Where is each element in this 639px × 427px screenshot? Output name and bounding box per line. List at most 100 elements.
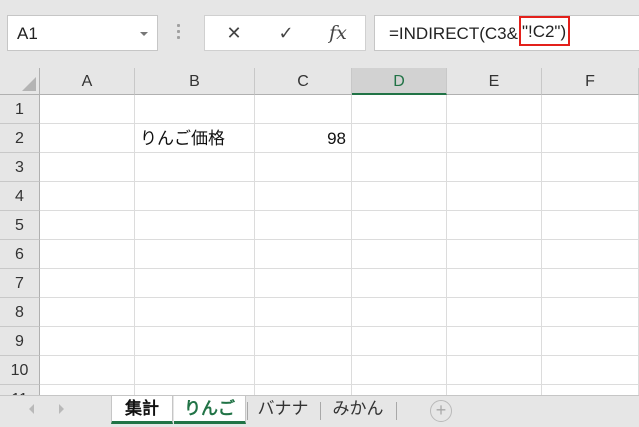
grid-cell[interactable] [542,298,639,327]
name-box[interactable]: A1 [7,15,158,51]
grid-cell[interactable] [447,124,542,153]
column-header-b[interactable]: B [135,68,255,95]
column-header-d[interactable]: D [352,68,447,95]
grid-cell[interactable] [255,240,352,269]
grid-cell[interactable] [255,327,352,356]
grid-cell[interactable] [542,385,639,395]
grid-cell[interactable] [40,211,135,240]
cell-b2[interactable]: りんご価格 [135,124,255,153]
row-header[interactable]: 4 [0,182,40,211]
grid-cell[interactable] [40,385,135,395]
grid-cell[interactable] [40,356,135,385]
row-header[interactable]: 5 [0,211,40,240]
grid-cell[interactable] [542,153,639,182]
scroll-right-icon[interactable] [59,404,64,414]
check-icon[interactable]: ✓ [261,16,311,50]
grid-cell[interactable] [352,298,447,327]
grid-cell[interactable] [542,240,639,269]
grid-cell[interactable] [352,182,447,211]
column-header-c[interactable]: C [255,68,352,95]
grid-cell[interactable] [40,240,135,269]
row-header[interactable]: 10 [0,356,40,385]
row-header[interactable]: 8 [0,298,40,327]
grid-cell[interactable] [542,95,639,124]
grid-cell[interactable] [40,153,135,182]
column-header-a[interactable]: A [40,68,135,95]
add-sheet-icon[interactable]: + [430,400,452,422]
grid-cell[interactable] [135,211,255,240]
grid-cell[interactable] [447,327,542,356]
sheet-tab-banana[interactable]: バナナ [248,396,318,424]
row-header[interactable]: 3 [0,153,40,182]
grid-cell[interactable] [352,240,447,269]
grid-cell[interactable] [352,211,447,240]
grid-cell[interactable] [542,124,639,153]
grid-cell[interactable] [352,269,447,298]
drag-handle-icon[interactable] [177,24,181,44]
grid-cell[interactable] [40,327,135,356]
grid-cell[interactable] [135,327,255,356]
grid-cell[interactable] [135,182,255,211]
insert-function-icon[interactable]: fx [313,16,363,50]
grid-cell[interactable] [447,182,542,211]
grid-cell[interactable] [255,269,352,298]
scroll-left-icon[interactable] [29,404,34,414]
sheet-tab-ringo[interactable]: りんご [174,396,246,424]
grid-cell[interactable] [255,356,352,385]
grid-cell[interactable] [542,211,639,240]
row-header[interactable]: 11 [0,385,40,395]
grid-cell[interactable] [447,269,542,298]
grid-cell[interactable] [352,124,447,153]
grid-cell[interactable] [447,153,542,182]
grid-cell[interactable] [542,269,639,298]
tab-divider [396,402,397,420]
grid-cell[interactable] [135,269,255,298]
grid-cell[interactable] [255,153,352,182]
grid-cell[interactable] [135,385,255,395]
close-icon[interactable]: ✕ [209,16,259,50]
sheet-tab-mikan[interactable]: みかん [322,396,394,424]
grid-cell[interactable] [135,95,255,124]
column-header-e[interactable]: E [447,68,542,95]
grid-cell[interactable] [135,240,255,269]
grid-cell[interactable] [352,95,447,124]
grid-cell[interactable] [542,327,639,356]
grid-cell[interactable] [135,356,255,385]
row-header[interactable]: 1 [0,95,40,124]
grid-cell[interactable] [135,153,255,182]
grid-cell[interactable] [40,298,135,327]
grid-cell[interactable] [255,298,352,327]
chevron-down-icon[interactable] [140,32,148,36]
grid-cell[interactable] [542,356,639,385]
grid-cell[interactable] [40,182,135,211]
grid-cell[interactable] [352,385,447,395]
grid-cell[interactable] [447,240,542,269]
grid-cell[interactable] [352,356,447,385]
grid-cell[interactable] [447,95,542,124]
grid-cell[interactable] [255,211,352,240]
grid-cell[interactable] [40,269,135,298]
column-header-f[interactable]: F [542,68,639,95]
grid-cell[interactable] [352,327,447,356]
grid-cell[interactable] [447,385,542,395]
row-header[interactable]: 7 [0,269,40,298]
grid-cell[interactable] [447,298,542,327]
select-all-button[interactable] [0,68,40,95]
sheet-tab-shukei[interactable]: 集計 [111,396,173,424]
grid-cell[interactable] [447,356,542,385]
formula-input[interactable]: =INDIRECT(C3& "!C2") [374,15,639,51]
row-header[interactable]: 9 [0,327,40,356]
row-header[interactable]: 6 [0,240,40,269]
grid-cell[interactable] [40,95,135,124]
grid-cell[interactable] [135,298,255,327]
grid-cell[interactable] [352,153,447,182]
grid-cell[interactable] [255,182,352,211]
cell-c2[interactable]: 98 [255,124,352,153]
grid-cell[interactable] [40,124,135,153]
grid-cell[interactable] [447,211,542,240]
worksheet-grid[interactable]: A B C D E F 1 2 3 4 5 6 7 8 9 10 11 りんご価… [0,68,639,395]
grid-cell[interactable] [542,182,639,211]
row-header[interactable]: 2 [0,124,40,153]
grid-cell[interactable] [255,385,352,395]
grid-cell[interactable] [255,95,352,124]
